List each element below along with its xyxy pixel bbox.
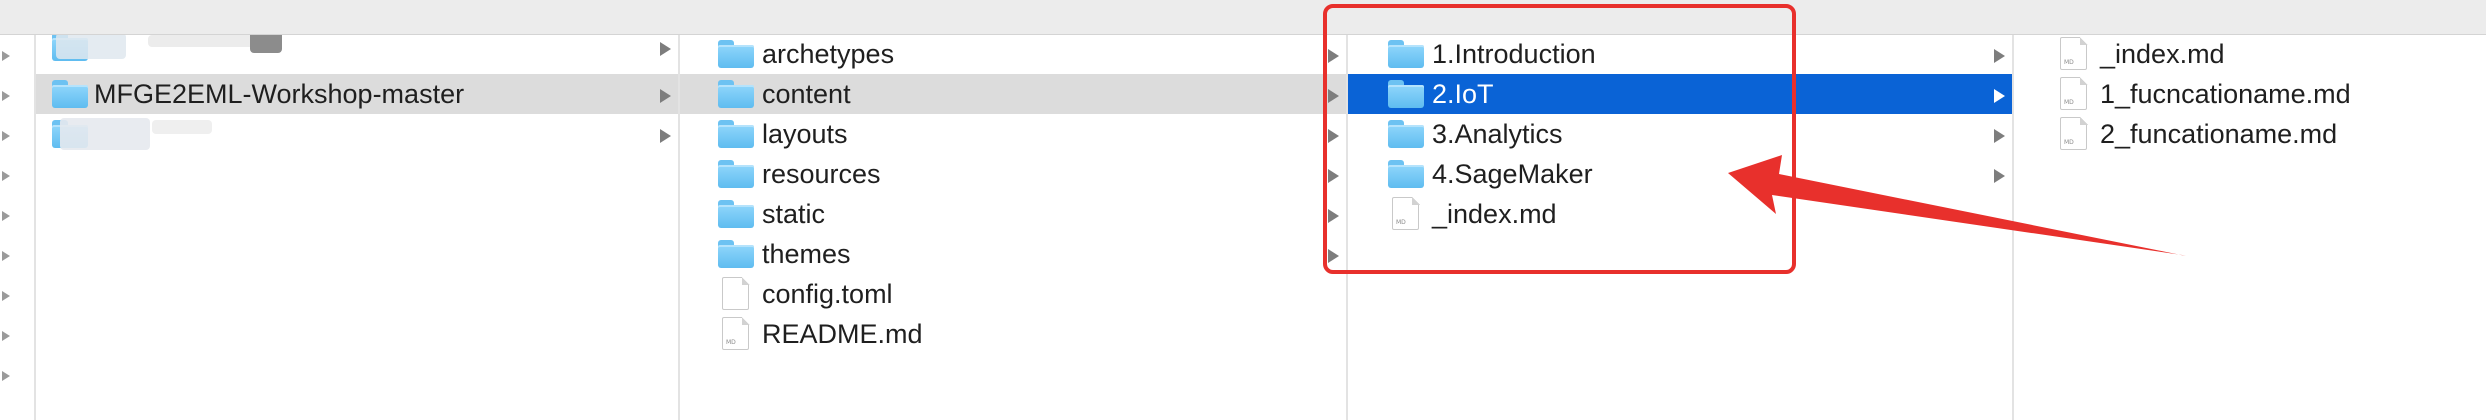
folder-icon bbox=[718, 160, 754, 188]
folder-icon bbox=[718, 200, 754, 228]
item-label: _index.md bbox=[2100, 39, 2225, 69]
file-type-tag: MD bbox=[2064, 59, 2074, 66]
chevron-right-icon bbox=[2, 91, 10, 101]
chevron-right-icon bbox=[1328, 49, 1339, 63]
list-item[interactable]: MD README.md bbox=[680, 314, 1346, 354]
item-label: README.md bbox=[762, 319, 923, 349]
list-item[interactable]: config.toml bbox=[680, 274, 1346, 314]
list-item[interactable]: MD 2_funcationame.md bbox=[2014, 114, 2486, 154]
item-label: _index.md bbox=[1432, 199, 1557, 229]
list-item[interactable]: 1.Introduction bbox=[1348, 35, 2012, 74]
chevron-right-icon bbox=[1328, 209, 1339, 223]
chevron-right-icon bbox=[1994, 49, 2005, 63]
column-root: archetypes content layouts resources sta… bbox=[680, 35, 1348, 420]
list-item[interactable]: MD _index.md bbox=[2014, 35, 2486, 74]
column-edge[interactable] bbox=[0, 35, 36, 420]
chevron-right-icon bbox=[2, 171, 10, 181]
obscured-label bbox=[56, 35, 126, 59]
obscured-label bbox=[250, 35, 282, 53]
item-label: 4.SageMaker bbox=[1432, 159, 1593, 189]
folder-icon bbox=[718, 120, 754, 148]
item-label: 3.Analytics bbox=[1432, 119, 1563, 149]
list-item[interactable]: archetypes bbox=[680, 35, 1346, 74]
obscured-label bbox=[148, 35, 258, 47]
folder-icon bbox=[718, 240, 754, 268]
item-label: MFGE2EML-Workshop-master bbox=[94, 79, 465, 109]
item-label: resources bbox=[762, 159, 881, 189]
document-icon: MD bbox=[1392, 196, 1420, 230]
list-item[interactable]: static bbox=[680, 194, 1346, 234]
list-item[interactable]: MD _index.md bbox=[1348, 194, 2012, 234]
list-item[interactable]: MFGE2EML-Workshop-master bbox=[36, 74, 678, 114]
list-item[interactable]: 4.SageMaker bbox=[1348, 154, 2012, 194]
list-item[interactable]: themes bbox=[680, 234, 1346, 274]
folder-icon bbox=[52, 80, 88, 108]
document-icon bbox=[722, 276, 750, 310]
chevron-right-icon bbox=[1994, 129, 2005, 143]
list-item[interactable] bbox=[36, 35, 678, 67]
chevron-right-icon bbox=[2, 51, 10, 61]
document-icon: MD bbox=[2060, 116, 2088, 150]
chevron-right-icon bbox=[2, 331, 10, 341]
list-item[interactable]: resources bbox=[680, 154, 1346, 194]
column-content: 1.Introduction 2.IoT 3.Analytics 4.SageM… bbox=[1348, 35, 2014, 420]
document-icon: MD bbox=[2060, 76, 2088, 110]
item-label: 1.Introduction bbox=[1432, 39, 1596, 69]
folder-icon bbox=[718, 40, 754, 68]
file-type-tag: MD bbox=[2064, 99, 2074, 106]
chevron-right-icon bbox=[2, 291, 10, 301]
list-item[interactable]: MD 1_fucncationame.md bbox=[2014, 74, 2486, 114]
folder-icon bbox=[1388, 160, 1424, 188]
list-item[interactable]: layouts bbox=[680, 114, 1346, 154]
folder-icon bbox=[1388, 40, 1424, 68]
item-label: layouts bbox=[762, 119, 848, 149]
list-item[interactable]: 3.Analytics bbox=[1348, 114, 2012, 154]
item-label: config.toml bbox=[762, 279, 893, 309]
file-type-tag: MD bbox=[726, 339, 736, 346]
folder-icon bbox=[718, 80, 754, 108]
list-item[interactable]: content bbox=[680, 74, 1346, 114]
chevron-right-icon bbox=[660, 42, 671, 56]
item-label: 2_funcationame.md bbox=[2100, 119, 2338, 149]
item-label: archetypes bbox=[762, 39, 895, 69]
folder-icon bbox=[1388, 120, 1424, 148]
item-label: static bbox=[762, 199, 826, 229]
item-label: content bbox=[762, 79, 851, 109]
list-item[interactable] bbox=[36, 114, 678, 154]
chevron-right-icon bbox=[1328, 129, 1339, 143]
chevron-right-icon bbox=[660, 129, 671, 143]
column-iot: MD _index.md MD 1_fucncationame.md MD 2_… bbox=[2014, 35, 2486, 420]
item-label: 1_fucncationame.md bbox=[2100, 79, 2351, 109]
chevron-right-icon bbox=[1328, 249, 1339, 263]
window-top-strip bbox=[0, 0, 2486, 35]
document-icon: MD bbox=[2060, 36, 2088, 70]
column-project: MFGE2EML-Workshop-master bbox=[36, 35, 680, 420]
chevron-right-icon bbox=[2, 131, 10, 141]
chevron-right-icon bbox=[1328, 169, 1339, 183]
chevron-right-icon bbox=[1994, 169, 2005, 183]
file-type-tag: MD bbox=[1396, 219, 1406, 226]
list-item-selected[interactable]: 2.IoT bbox=[1348, 74, 2012, 114]
chevron-right-icon bbox=[2, 211, 10, 221]
folder-icon bbox=[1388, 80, 1424, 108]
document-icon: MD bbox=[722, 316, 750, 350]
obscured-label bbox=[60, 118, 150, 150]
chevron-right-icon bbox=[2, 371, 10, 381]
chevron-right-icon bbox=[660, 89, 671, 103]
chevron-right-icon bbox=[1994, 89, 2005, 103]
item-label: 2.IoT bbox=[1432, 79, 1494, 109]
obscured-label bbox=[152, 120, 212, 134]
chevron-right-icon bbox=[2, 251, 10, 261]
item-label: themes bbox=[762, 239, 851, 269]
file-type-tag: MD bbox=[2064, 139, 2074, 146]
chevron-right-icon bbox=[1328, 89, 1339, 103]
